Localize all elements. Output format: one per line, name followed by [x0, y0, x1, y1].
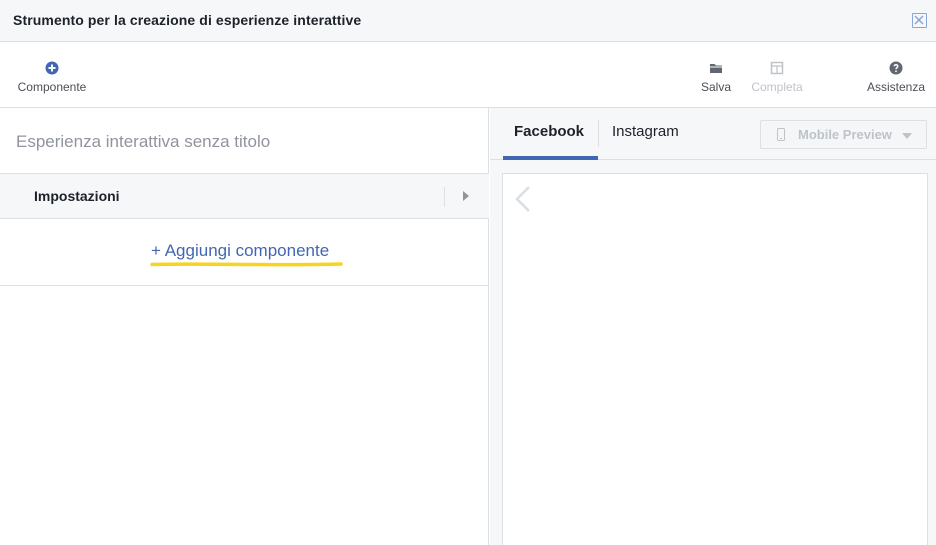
folder-icon — [710, 64, 722, 73]
tab-facebook[interactable]: Facebook — [514, 123, 584, 140]
componente-label: Componente — [17, 80, 87, 94]
tab-instagram[interactable]: Instagram — [612, 123, 679, 140]
back-arrow-icon[interactable] — [513, 184, 533, 214]
settings-row[interactable]: Impostazioni — [0, 173, 489, 219]
tab-separator — [598, 120, 599, 147]
settings-divider — [444, 187, 445, 207]
assistenza-button[interactable]: Assistenza — [864, 60, 928, 94]
add-component-row: + Aggiungi componente — [0, 219, 489, 286]
completa-label: Completa — [751, 80, 803, 94]
experience-title-input[interactable]: Esperienza interattiva senza titolo — [16, 132, 270, 152]
toolbar: Componente Salva Completa Assistenza — [0, 42, 936, 108]
caret-right-icon[interactable] — [463, 191, 469, 201]
title-bar: Strumento per la creazione di esperienze… — [0, 0, 936, 42]
componente-button[interactable]: Componente — [16, 60, 88, 94]
preview-tabs: Facebook Instagram Mobile Preview — [490, 108, 936, 160]
completa-button[interactable]: Completa — [748, 60, 806, 94]
editor-panel: Esperienza interattiva senza titolo Impo… — [0, 108, 489, 545]
salva-button[interactable]: Salva — [694, 60, 738, 94]
close-icon[interactable] — [912, 13, 927, 28]
plus-circle-icon — [45, 61, 59, 75]
window-title: Strumento per la creazione di esperienze… — [13, 12, 362, 28]
salva-label: Salva — [700, 80, 732, 94]
settings-label: Impostazioni — [34, 188, 120, 204]
mobile-preview-label: Mobile Preview — [798, 127, 892, 142]
preview-panel: Facebook Instagram Mobile Preview — [490, 108, 936, 545]
mobile-preview-dropdown[interactable]: Mobile Preview — [760, 120, 927, 149]
layout-icon — [770, 61, 784, 75]
chevron-down-icon — [902, 133, 912, 139]
assistenza-label: Assistenza — [866, 80, 926, 94]
help-icon — [889, 61, 903, 75]
add-component-link[interactable]: + Aggiungi componente — [151, 241, 329, 261]
phone-icon — [777, 128, 785, 141]
active-tab-indicator — [503, 156, 598, 160]
preview-canvas — [502, 173, 928, 545]
highlight-underline — [150, 262, 343, 267]
